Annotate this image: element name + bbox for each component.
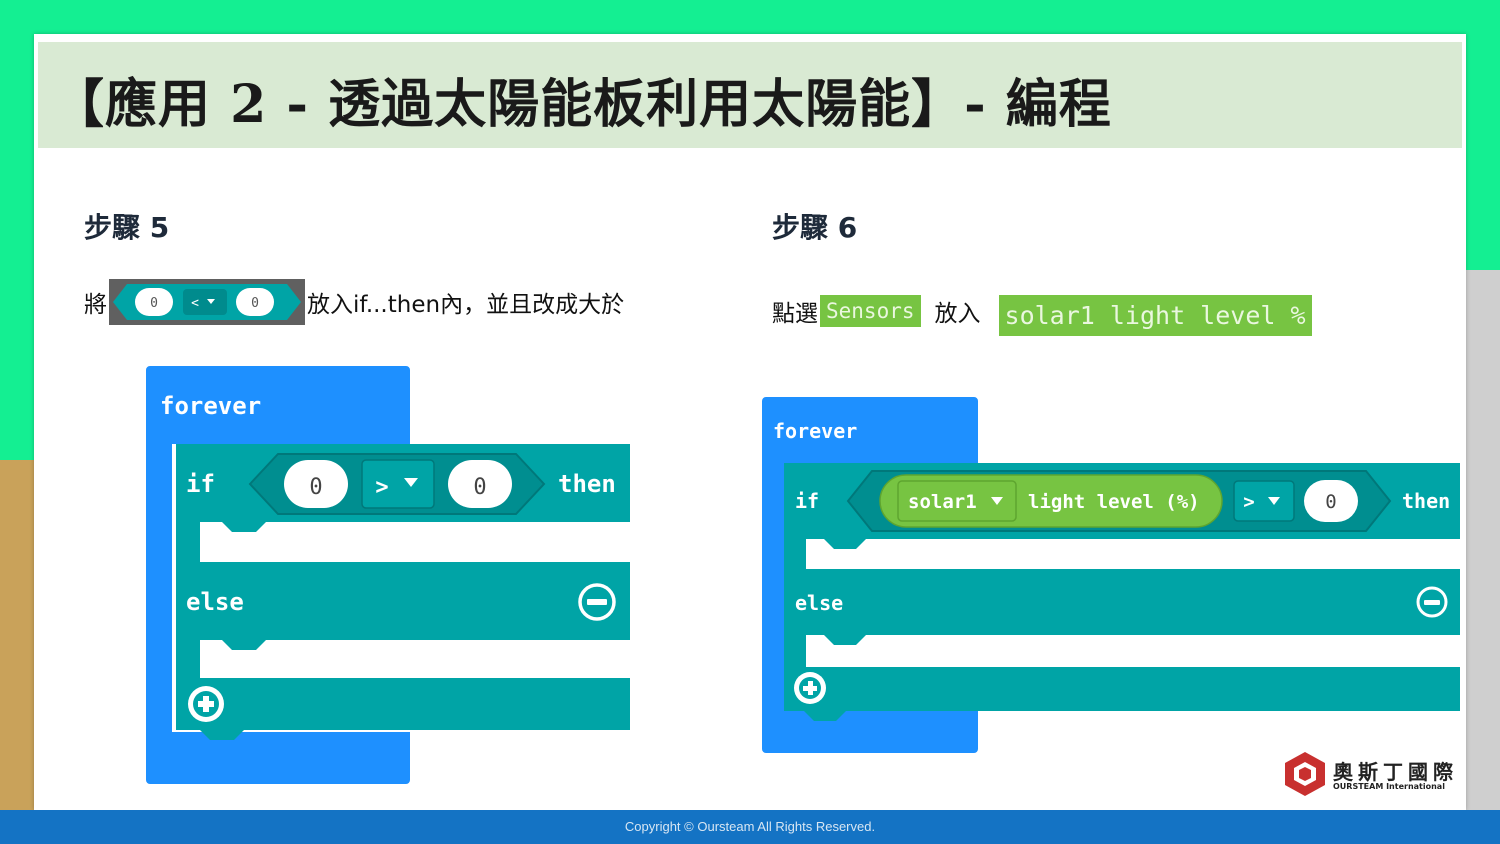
step6-prefix: 點選 xyxy=(772,300,818,327)
step6-instruction: 點選 Sensors 放入 solar1 light level % xyxy=(772,285,1312,336)
mini-left-value: 0 xyxy=(150,296,158,311)
sensor-dropdown-value: solar1 xyxy=(908,491,977,513)
logo-sub: OURSTEAM International xyxy=(1333,782,1445,791)
operator-value: > xyxy=(1243,491,1254,513)
add-branch-icon[interactable] xyxy=(794,672,826,704)
step5-suffix: 放入if...then內，並且改成大於 xyxy=(307,292,625,318)
solar-light-level-chip: solar1 light level % xyxy=(998,295,1312,336)
step6-mid: 放入 xyxy=(934,300,981,327)
right-value: 0 xyxy=(473,475,486,500)
oursteam-logo: 奧斯丁國際 OURSTEAM International xyxy=(1283,750,1463,800)
add-branch-icon[interactable] xyxy=(188,686,224,722)
operator-value: > xyxy=(375,475,388,500)
sensor-label: light level (%) xyxy=(1028,491,1200,513)
step6-block-program: forever if solar1 light level (%) > 0 th… xyxy=(762,397,1460,753)
if-label: if xyxy=(186,470,215,498)
right-value: 0 xyxy=(1325,491,1336,513)
logo-cube-icon xyxy=(1285,752,1325,796)
page-title: 【應用 2 - 透過太陽能板利用太陽能】- 編程 xyxy=(52,74,1112,135)
step5-prefix: 將 xyxy=(84,292,107,318)
else-label: else xyxy=(186,588,244,616)
mini-operator: < xyxy=(191,296,199,311)
operator-dropdown[interactable] xyxy=(361,459,435,509)
step5-instruction: 將 0 < 0 放入if...then內，並且改成大於 xyxy=(84,279,624,325)
sensors-category-chip: Sensors xyxy=(820,294,921,327)
mini-right-value: 0 xyxy=(251,296,259,311)
if-label: if xyxy=(795,489,819,513)
step5-heading: 步驟 5 xyxy=(84,211,170,244)
footer-bar: Copyright © Oursteam All Rights Reserved… xyxy=(0,810,1500,844)
step6-heading: 步驟 6 xyxy=(772,211,858,244)
left-value: 0 xyxy=(309,475,322,500)
compare-block-thumbnail: 0 < 0 xyxy=(109,279,305,325)
then-label: then xyxy=(558,470,616,498)
forever-label: forever xyxy=(773,419,857,443)
then-label: then xyxy=(1402,489,1450,513)
step5-block-program: forever if 0 > 0 then else xyxy=(146,366,630,784)
title-bar: 【應用 2 - 透過太陽能板利用太陽能】- 編程 xyxy=(38,42,1462,148)
forever-label: forever xyxy=(160,392,261,420)
logo-name: 奧斯丁國際 xyxy=(1333,760,1458,784)
copyright-text: Copyright © Oursteam All Rights Reserved… xyxy=(624,819,876,834)
slide: 【應用 2 - 透過太陽能板利用太陽能】- 編程 步驟 5 將 0 < 0 放入… xyxy=(34,34,1466,810)
else-label: else xyxy=(795,591,843,615)
